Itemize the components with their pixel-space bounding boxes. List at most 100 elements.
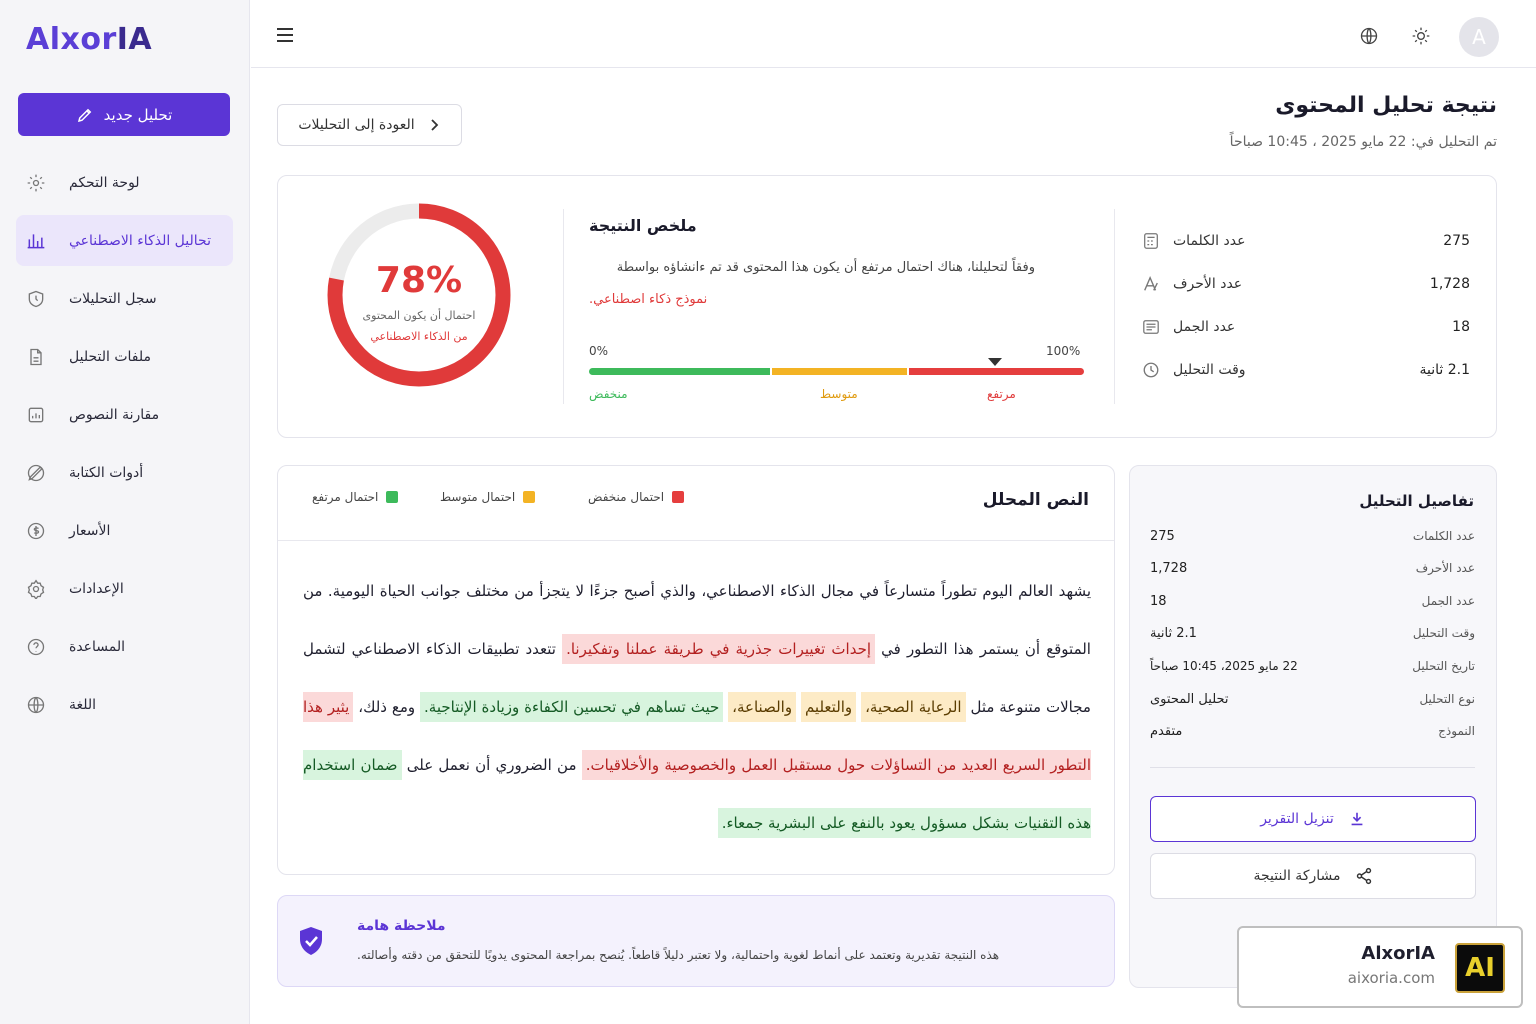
share-label: مشاركة النتيجة (1253, 868, 1341, 884)
legend-item-medium: احتمال متوسط (440, 490, 536, 504)
logo-text-accent: IA (116, 22, 153, 57)
highlight-medium: والصناعة، (728, 692, 797, 722)
stat-value: 18 (1452, 319, 1470, 335)
stat-char-count: عدد الأحرف 1,728 (1142, 273, 1472, 295)
sidebar-item-label: أدوات الكتابة (69, 464, 144, 481)
brand-watermark: AI AlxorIA aixoria.com (1237, 926, 1523, 1008)
download-icon (1351, 812, 1363, 826)
stat-sentence-count: عدد الجمل 18 (1142, 316, 1472, 338)
sidebar-item-language[interactable]: اللغة (16, 679, 233, 730)
scale-marker-icon (988, 358, 1003, 366)
analyzed-text-title: النص المحلل (982, 490, 1089, 510)
highlight-low: حيث تساهم في تحسين الكفاءة وزيادة الإنتا… (420, 692, 724, 722)
sidebar-item-pricing[interactable]: الأسعار (16, 505, 233, 556)
detail-label: تاريخ التحليل (1412, 659, 1475, 673)
highlight-high: إحداث تغييرات جذرية في طريقة عملنا وتفكي… (562, 634, 876, 664)
avatar[interactable]: A (1459, 17, 1499, 57)
sidebar: AlxorIA تحليل جديد لوحة التحكم تحاليل ال… (0, 0, 250, 1024)
detail-label: وقت التحليل (1412, 626, 1475, 640)
stat-word-count: عدد الكلمات 275 (1142, 230, 1472, 252)
page-title: نتيجة تحليل المحتوى (1275, 93, 1497, 118)
summary-title: ملخص النتيجة (589, 216, 697, 235)
analyzed-text-card: النص المحلل احتمال منخفض احتمال متوسط اح… (277, 465, 1115, 875)
back-to-analyses-button[interactable]: العودة إلى التحليلات (277, 104, 462, 146)
sidebar-item-label: سجل التحليلات (69, 290, 157, 307)
detail-label: نوع التحليل (1419, 692, 1475, 706)
sidebar-item-label: لوحة التحكم (69, 174, 140, 191)
pencil-icon (77, 108, 91, 122)
detail-label: عدد الكلمات (1412, 529, 1475, 543)
scale-bar-high (909, 368, 1084, 375)
brand-badge-text: AI (1465, 953, 1495, 983)
app-logo[interactable]: AlxorIA (26, 22, 152, 57)
sidebar-item-history[interactable]: سجل التحليلات (16, 273, 233, 324)
detail-row: 22 مايو 2025، 10:45 صباحاً تاريخ التحليل (1150, 659, 1475, 681)
summary-text-accent: نموذج ذكاء اصطناعي. (589, 292, 708, 307)
legend-swatch-green (386, 491, 399, 503)
analysis-date: تم التحليل في: 22 مايو 2025 ، 10:45 صباح… (1229, 134, 1497, 150)
stat-value: 1,728 (1429, 276, 1470, 292)
sidebar-item-writing-tools[interactable]: أدوات الكتابة (16, 447, 233, 498)
scale-bar-low (589, 368, 770, 375)
sidebar-item-dashboard[interactable]: لوحة التحكم (16, 157, 233, 208)
sidebar-item-label: ملفات التحليل (69, 348, 151, 365)
download-label: تنزيل التقرير (1260, 811, 1334, 827)
detail-row: 18 عدد الجمل (1150, 594, 1475, 616)
logo-text: Alxor (26, 22, 117, 57)
result-summary-card: 78% احتمال أن يكون المحتوى من الذكاء الا… (277, 175, 1497, 438)
stat-analysis-time: وقت التحليل 2.1 ثانية (1142, 359, 1472, 381)
new-analysis-button[interactable]: تحليل جديد (18, 93, 230, 136)
sidebar-item-settings[interactable]: الإعدادات (16, 563, 233, 614)
detail-row: 1,728 عدد الأحرف (1150, 561, 1475, 583)
detail-row: 275 عدد الكلمات (1150, 529, 1475, 551)
summary-text: وفقاً لتحليلنا، هناك احتمال مرتفع أن يكو… (616, 260, 1035, 275)
download-report-button[interactable]: تنزيل التقرير (1150, 796, 1476, 842)
detail-value: 22 مايو 2025، 10:45 صباحاً (1150, 659, 1298, 673)
new-analysis-label: تحليل جديد (103, 105, 173, 124)
sidebar-item-label: الأسعار (69, 522, 111, 539)
share-result-button[interactable]: مشاركة النتيجة (1150, 853, 1476, 899)
sidebar-item-compare[interactable]: مقارنة النصوص (16, 389, 233, 440)
detail-value: 275 (1150, 529, 1175, 544)
legend-label: احتمال منخفض (588, 490, 665, 504)
ai-probability-percent: 78% (375, 260, 463, 301)
detail-value: متقدم (1150, 724, 1183, 739)
hamburger-menu-icon[interactable] (276, 27, 294, 43)
scale-label-high: مرتفع (987, 387, 1016, 401)
shield-clock-icon (25, 288, 47, 310)
sidebar-item-ai-analysis[interactable]: تحاليل الذكاء الاصطناعي (16, 215, 233, 266)
legend-swatch-red (672, 491, 685, 503)
sidebar-item-files[interactable]: ملفات التحليل (16, 331, 233, 382)
note-title: ملاحظة هامة (357, 918, 446, 934)
divider (1150, 767, 1475, 768)
brand-name: AlxorIA (1361, 943, 1435, 964)
theme-sun-icon[interactable] (1411, 26, 1431, 46)
language-globe-icon[interactable] (1359, 26, 1379, 46)
legend-item-low: احتمال منخفض (588, 490, 685, 504)
dollar-icon (25, 520, 47, 542)
help-icon (25, 636, 47, 658)
back-label: العودة إلى التحليلات (298, 117, 415, 133)
analyzed-text-body: يشهد العالم اليوم تطوراً متسارعاً في مجا… (303, 562, 1091, 852)
scale-min-label: 0% (589, 344, 609, 358)
brand-logo: AI (1455, 943, 1505, 993)
text-segment: من الضروري أن نعمل على (401, 756, 582, 774)
detail-row: تحليل المحتوى نوع التحليل (1150, 692, 1475, 714)
sidebar-nav: لوحة التحكم تحاليل الذكاء الاصطناعي سجل … (16, 157, 233, 737)
note-text: هذه النتيجة تقديرية وتعتمد على أنماط لغو… (357, 948, 1000, 962)
topbar: A (251, 0, 1536, 68)
stat-value: 2.1 ثانية (1419, 362, 1470, 378)
settings-icon (25, 578, 47, 600)
stat-value: 275 (1443, 233, 1470, 249)
file-icon (25, 346, 47, 368)
sidebar-item-label: مقارنة النصوص (69, 406, 160, 423)
share-icon (1356, 867, 1371, 885)
sidebar-item-label: المساعدة (69, 638, 126, 655)
highlight-medium: والتعليم (800, 692, 857, 722)
pen-icon (25, 462, 47, 484)
detail-label: النموذج (1438, 724, 1475, 738)
text-segment: ومع ذلك، (353, 698, 421, 716)
analysis-details-card: تفاصيل التحليل 275 عدد الكلمات 1,728 عدد ا… (1129, 465, 1497, 988)
scale-label-medium: متوسط (820, 387, 858, 401)
sidebar-item-help[interactable]: المساعدة (16, 621, 233, 672)
